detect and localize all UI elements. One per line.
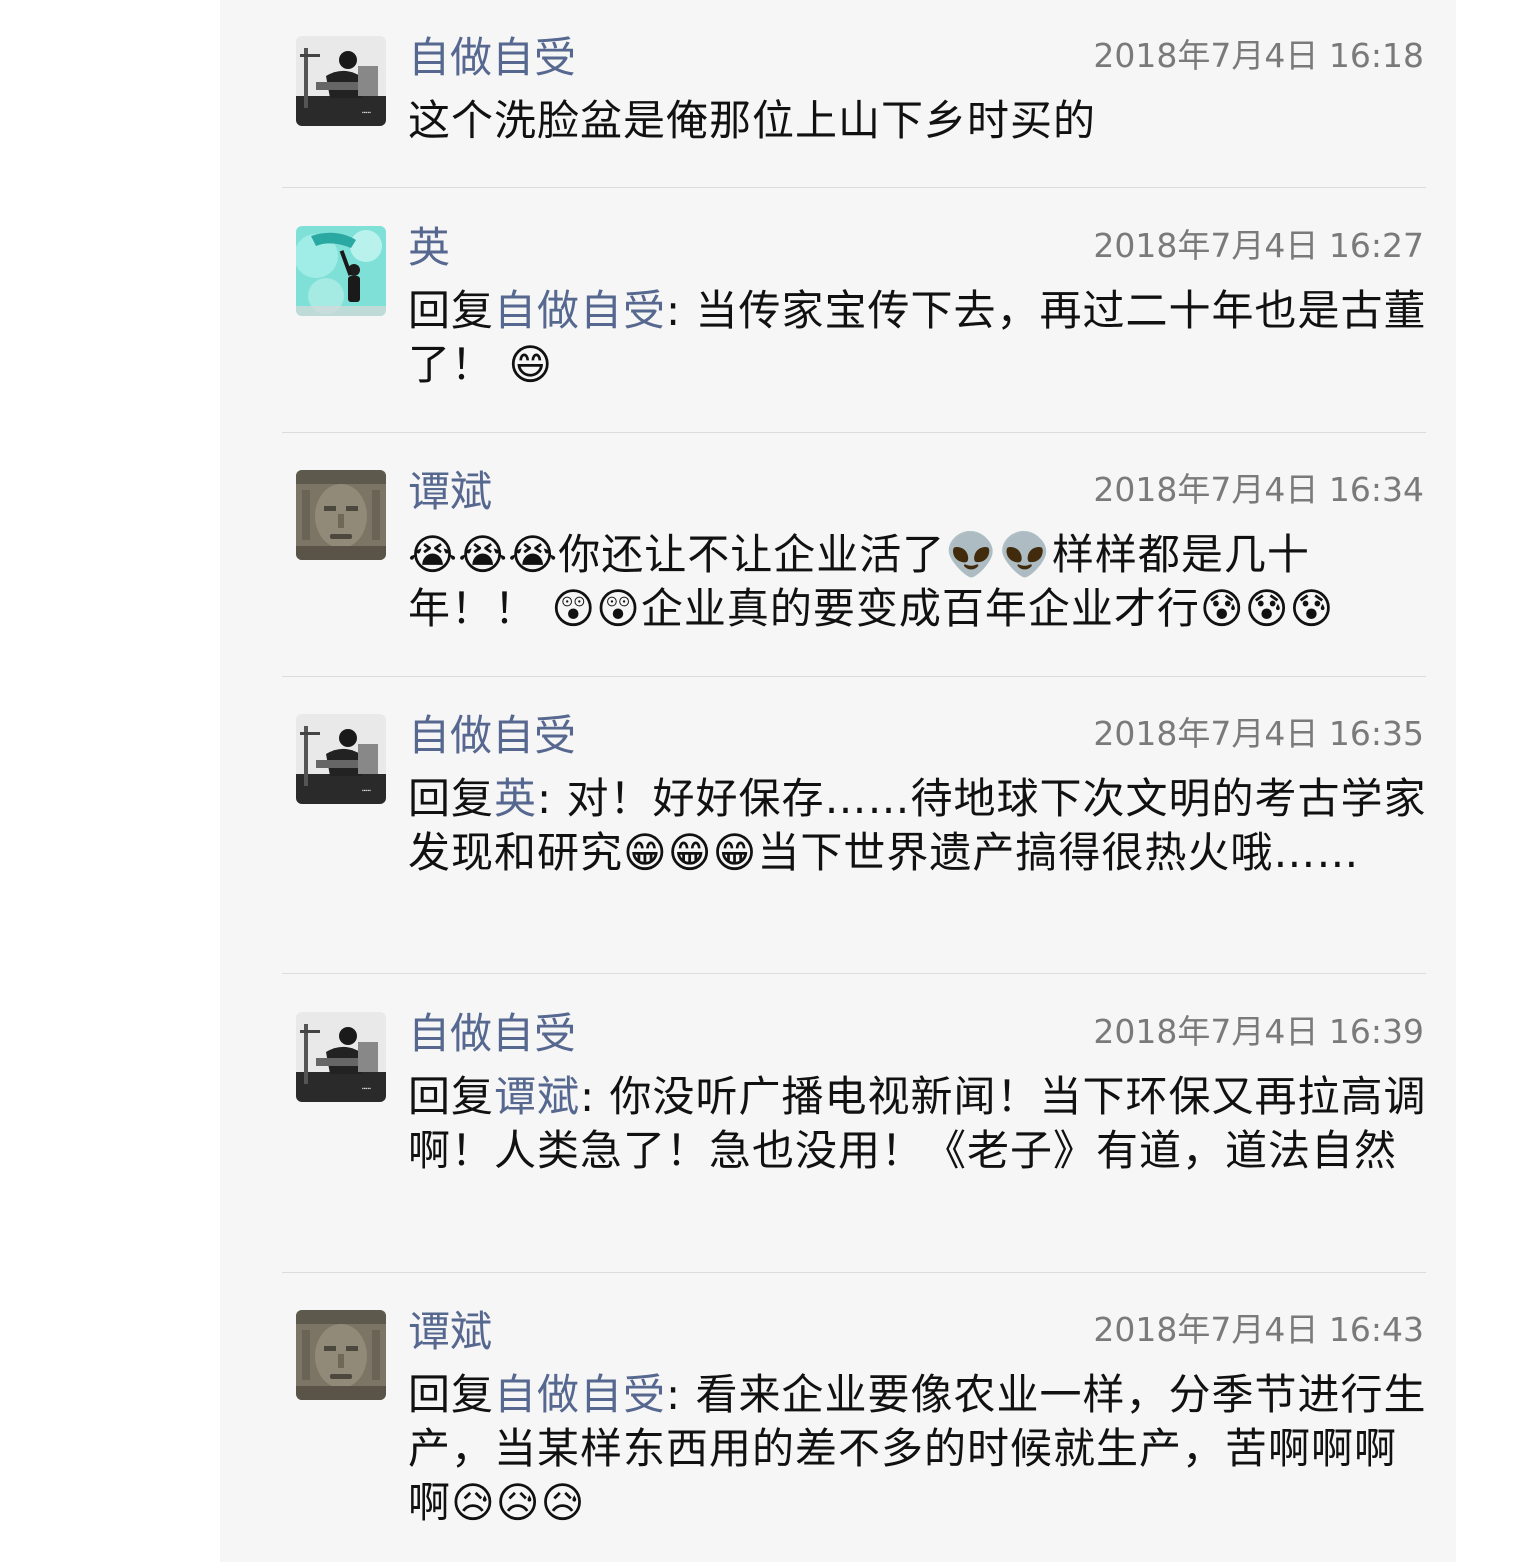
- reply-prefix: 回复: [408, 286, 495, 335]
- comment-list-panel: ▪▪▪▪▪ 自做自受 2018年7月4日 16:18 这个洗脸盆是俺那位上山下乡…: [220, 0, 1456, 1562]
- comment-time: 2018年7月4日 16:39: [1093, 1012, 1424, 1051]
- reply-separator: :: [666, 1370, 696, 1419]
- svg-text:▪▪▪▪▪: ▪▪▪▪▪: [362, 110, 371, 116]
- comment-time: 2018年7月4日 16:18: [1093, 36, 1424, 75]
- comment-author[interactable]: 谭斌: [408, 1308, 492, 1356]
- reply-mention[interactable]: 自做自受: [494, 286, 666, 335]
- comment-body: 回复谭斌: 你没听广播电视新闻！当下环保又再拉高调啊！人类急了！急也没用！《老子…: [408, 1070, 1428, 1178]
- stone-face-avatar[interactable]: [296, 470, 386, 560]
- comment-body: 回复自做自受: 当传家宝传下去，再过二十年也是古董了！ 😄: [408, 284, 1428, 392]
- comment-author[interactable]: 自做自受: [408, 1010, 576, 1058]
- comment-text: 😭😭😭你还让不让企业活了👽👽样样都是几十年！！ 😲😲企业真的要变成百年企业才行😰…: [408, 530, 1335, 633]
- comment-author[interactable]: 英: [408, 224, 450, 272]
- reply-prefix: 回复: [408, 774, 495, 823]
- comment-body: 回复英: 对！好好保存……待地球下次文明的考古学家发现和研究😁😁😁当下世界遗产搞…: [408, 772, 1428, 880]
- reply-mention[interactable]: 谭斌: [494, 1072, 580, 1121]
- comment-divider: [282, 676, 1426, 677]
- reply-separator: :: [580, 1072, 610, 1121]
- reply-mention[interactable]: 自做自受: [494, 1370, 666, 1419]
- comment-time: 2018年7月4日 16:34: [1093, 470, 1424, 509]
- workshop-photo-avatar[interactable]: ▪▪▪▪▪: [296, 714, 386, 804]
- reply-separator: :: [537, 774, 567, 823]
- workshop-photo-avatar[interactable]: ▪▪▪▪▪: [296, 36, 386, 126]
- comment-divider: [282, 187, 1426, 188]
- svg-text:▪▪▪▪▪: ▪▪▪▪▪: [362, 1086, 371, 1092]
- comment-body: 回复自做自受: 看来企业要像农业一样，分季节进行生产，当某样东西用的差不多的时候…: [408, 1368, 1428, 1530]
- comment-divider: [282, 1272, 1426, 1273]
- comment-time: 2018年7月4日 16:27: [1093, 226, 1424, 265]
- comment-time: 2018年7月4日 16:43: [1093, 1310, 1424, 1349]
- reply-mention[interactable]: 英: [494, 774, 537, 823]
- comment-author[interactable]: 自做自受: [408, 34, 576, 82]
- workshop-photo-avatar[interactable]: ▪▪▪▪▪: [296, 1012, 386, 1102]
- reply-separator: :: [666, 286, 696, 335]
- comment-author[interactable]: 自做自受: [408, 712, 576, 760]
- comment-text: 这个洗脸盆是俺那位上山下乡时买的: [408, 96, 1097, 145]
- comment-body: 这个洗脸盆是俺那位上山下乡时买的: [408, 94, 1428, 148]
- comment-divider: [282, 432, 1426, 433]
- reply-prefix: 回复: [408, 1072, 495, 1121]
- reply-prefix: 回复: [408, 1370, 495, 1419]
- comment-time: 2018年7月4日 16:35: [1093, 714, 1424, 753]
- comment-divider: [282, 973, 1426, 974]
- comment-body: 😭😭😭你还让不让企业活了👽👽样样都是几十年！！ 😲😲企业真的要变成百年企业才行😰…: [408, 528, 1428, 636]
- teal-portrait-avatar[interactable]: [296, 226, 386, 316]
- svg-text:▪▪▪▪▪: ▪▪▪▪▪: [362, 788, 371, 794]
- stone-face-avatar[interactable]: [296, 1310, 386, 1400]
- comment-author[interactable]: 谭斌: [408, 468, 492, 516]
